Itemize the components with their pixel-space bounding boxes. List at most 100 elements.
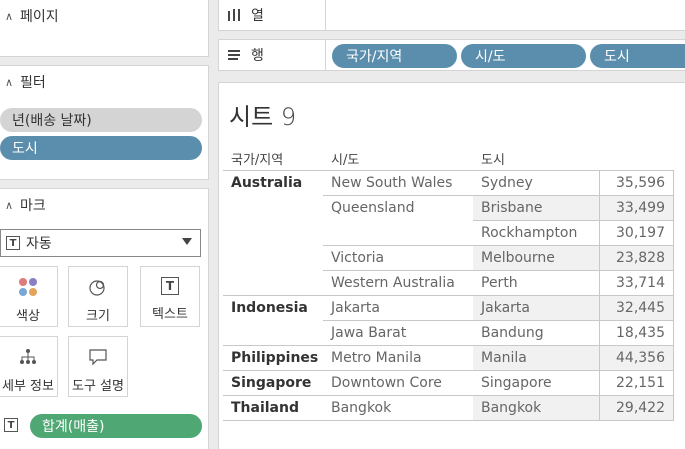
detail-icon <box>20 349 36 364</box>
row-pill-country[interactable]: 국가/지역 <box>332 44 457 68</box>
detail-button[interactable]: 세부 정보 <box>0 336 58 397</box>
columns-icon <box>227 8 241 22</box>
row-divider <box>223 170 674 171</box>
cell-state[interactable]: Victoria <box>331 245 384 270</box>
rows-icon <box>227 48 241 62</box>
columns-shelf[interactable]: 열 <box>218 0 685 31</box>
table-row: Australia New South Wales Sydney 35,596 <box>223 170 674 195</box>
sheet-title-number: 9 <box>280 103 297 131</box>
cell-state[interactable]: Jawa Barat <box>331 320 406 345</box>
cell-sales-value[interactable]: 33,714 <box>599 270 674 295</box>
text-label: 텍스트 <box>152 307 188 322</box>
filter-pill-ship-year[interactable]: 년(배송 날짜) <box>0 108 202 132</box>
color-icon <box>19 278 37 296</box>
cell-sales-value[interactable]: 44,356 <box>599 345 674 370</box>
cell-state[interactable]: Bangkok <box>331 395 391 420</box>
tooltip-button[interactable]: 도구 설명 <box>68 336 128 397</box>
table-row: Jawa Barat Bandung 18,435 <box>223 320 674 345</box>
table-row: Rockhampton 30,197 <box>223 220 674 245</box>
sheet-title-word: 시트 <box>229 103 274 131</box>
row-divider <box>223 395 674 396</box>
cell-sales-value[interactable]: 29,422 <box>599 395 674 420</box>
cell-country[interactable]: Indonesia <box>231 295 308 320</box>
cell-city[interactable]: Jakarta <box>473 295 599 320</box>
cell-city[interactable]: Perth <box>473 270 599 295</box>
row-divider <box>473 220 674 221</box>
mark-type-dropdown[interactable]: T 자동 <box>0 229 201 257</box>
rows-shelf[interactable]: 행 국가/지역 시/도 도시 <box>218 39 685 71</box>
row-pill-state[interactable]: 시/도 <box>461 44 586 68</box>
cell-country[interactable]: Singapore <box>231 370 311 395</box>
row-divider <box>323 270 674 271</box>
tooltip-label: 도구 설명 <box>72 379 124 394</box>
sheet-title: 시트 9 <box>229 97 296 132</box>
marks-header[interactable]: ∧ 마크 <box>0 195 46 215</box>
cell-sales-value[interactable]: 32,445 <box>599 295 674 320</box>
tooltip-icon <box>89 349 107 366</box>
table-bottom-border <box>223 420 674 421</box>
detail-label: 세부 정보 <box>2 379 54 394</box>
row-divider <box>223 345 674 346</box>
size-label: 크기 <box>86 309 110 324</box>
cell-city[interactable]: Bangkok <box>473 395 599 420</box>
cell-sales-value[interactable]: 22,151 <box>599 370 674 395</box>
caret-up-icon[interactable]: ∧ <box>0 10 18 23</box>
text-mark-icon: T <box>6 236 20 250</box>
cell-sales-value[interactable]: 18,435 <box>599 320 674 345</box>
cell-country[interactable]: Philippines <box>231 345 318 370</box>
rows-shelf-label: 행 <box>219 40 326 70</box>
size-button[interactable]: 크기 <box>68 266 128 327</box>
dropdown-arrow-icon <box>182 238 192 245</box>
cell-city[interactable]: Melbourne <box>473 245 599 270</box>
cell-city[interactable]: Rockhampton <box>473 220 599 245</box>
cell-sales-value[interactable]: 33,499 <box>599 195 674 220</box>
color-button[interactable]: 색상 <box>0 266 58 327</box>
table-row: Queensland Brisbane 33,499 <box>223 195 674 220</box>
text-button[interactable]: T 텍스트 <box>140 266 200 327</box>
table-row: Philippines Metro Manila Manila 44,356 <box>223 345 674 370</box>
cell-state[interactable]: Western Australia <box>331 270 455 295</box>
mark-type-value: 자동 <box>26 236 52 252</box>
cell-city[interactable]: Singapore <box>473 370 599 395</box>
rows-label-text: 행 <box>251 48 264 64</box>
filters-title: 필터 <box>20 75 46 91</box>
header-state[interactable]: 시/도 <box>331 149 359 168</box>
cell-state[interactable]: Metro Manila <box>331 345 422 370</box>
caret-up-icon[interactable]: ∧ <box>0 76 18 89</box>
color-label: 색상 <box>16 309 40 324</box>
cell-sales-value[interactable]: 23,828 <box>599 245 674 270</box>
table-row: Thailand Bangkok Bangkok 29,422 <box>223 395 674 420</box>
cell-city[interactable]: Sydney <box>473 170 599 195</box>
cell-city[interactable]: Brisbane <box>473 195 599 220</box>
worksheet: 시트 9 국가/지역 시/도 도시 Australia New South Wal… <box>218 82 685 449</box>
row-pill-city[interactable]: 도시 <box>590 44 685 68</box>
table-row: Singapore Downtown Core Singapore 22,151 <box>223 370 674 395</box>
table-row: Western Australia Perth 33,714 <box>223 270 674 295</box>
header-country[interactable]: 국가/지역 <box>231 149 283 168</box>
caret-up-icon[interactable]: ∧ <box>0 199 18 212</box>
cell-city[interactable]: Manila <box>473 345 599 370</box>
cell-country[interactable]: Thailand <box>231 395 299 420</box>
pages-panel: ∧ 페이지 <box>0 0 209 57</box>
cell-state[interactable]: Queensland <box>331 195 415 220</box>
cell-state[interactable]: Jakarta <box>331 295 380 320</box>
measure-pill-sum-sales[interactable]: 합계(매출) <box>30 414 202 438</box>
marks-panel: ∧ 마크 T 자동 색상 크기 T 텍스트 세부 정보 도구 설명 T 합계(매… <box>0 188 209 449</box>
pages-header[interactable]: ∧ 페이지 <box>0 6 59 26</box>
header-city[interactable]: 도시 <box>481 149 505 168</box>
cell-sales-value[interactable]: 35,596 <box>599 170 674 195</box>
text-mark-icon: T <box>4 418 18 432</box>
table-row: Indonesia Jakarta Jakarta 32,445 <box>223 295 674 320</box>
columns-label-text: 열 <box>251 8 264 24</box>
table-row: Victoria Melbourne 23,828 <box>223 245 674 270</box>
cell-city[interactable]: Bandung <box>473 320 599 345</box>
cell-state[interactable]: Downtown Core <box>331 370 442 395</box>
filters-header[interactable]: ∧ 필터 <box>0 72 46 92</box>
cell-sales-value[interactable]: 30,197 <box>599 220 674 245</box>
filter-pill-city[interactable]: 도시 <box>0 136 202 160</box>
row-divider <box>223 295 674 296</box>
columns-shelf-label: 열 <box>219 0 326 30</box>
cell-country[interactable]: Australia <box>231 170 302 195</box>
cell-state[interactable]: New South Wales <box>331 170 452 195</box>
text-mark-icon: T <box>161 277 179 295</box>
